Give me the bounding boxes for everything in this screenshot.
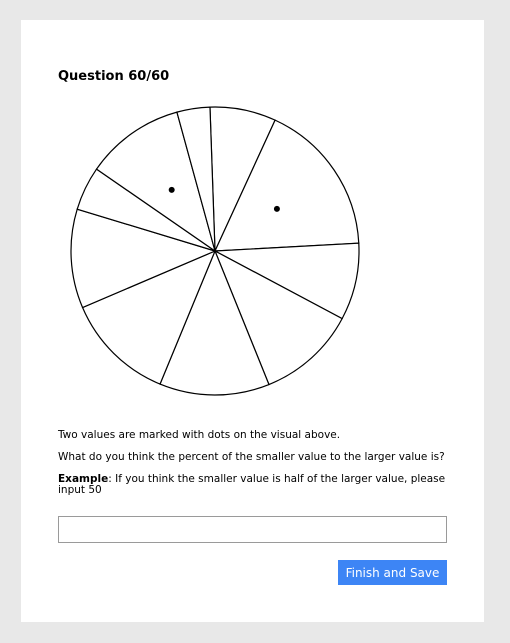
question-card: Question 60/60 Two values are marked wit… [21,20,484,622]
answer-input[interactable] [58,516,447,543]
question-text: What do you think the percent of the sma… [58,451,445,463]
question-title: Question 60/60 [58,69,170,84]
example-description: : If you think the smaller value is half… [58,473,446,496]
pie-chart [70,106,360,396]
finish-and-save-button[interactable]: Finish and Save [338,560,447,585]
marker-dot [168,186,175,193]
example-text: Example: If you think the smaller value … [58,474,448,496]
instruction-text: Two values are marked with dots on the v… [58,429,341,441]
marker-dot [273,205,280,212]
